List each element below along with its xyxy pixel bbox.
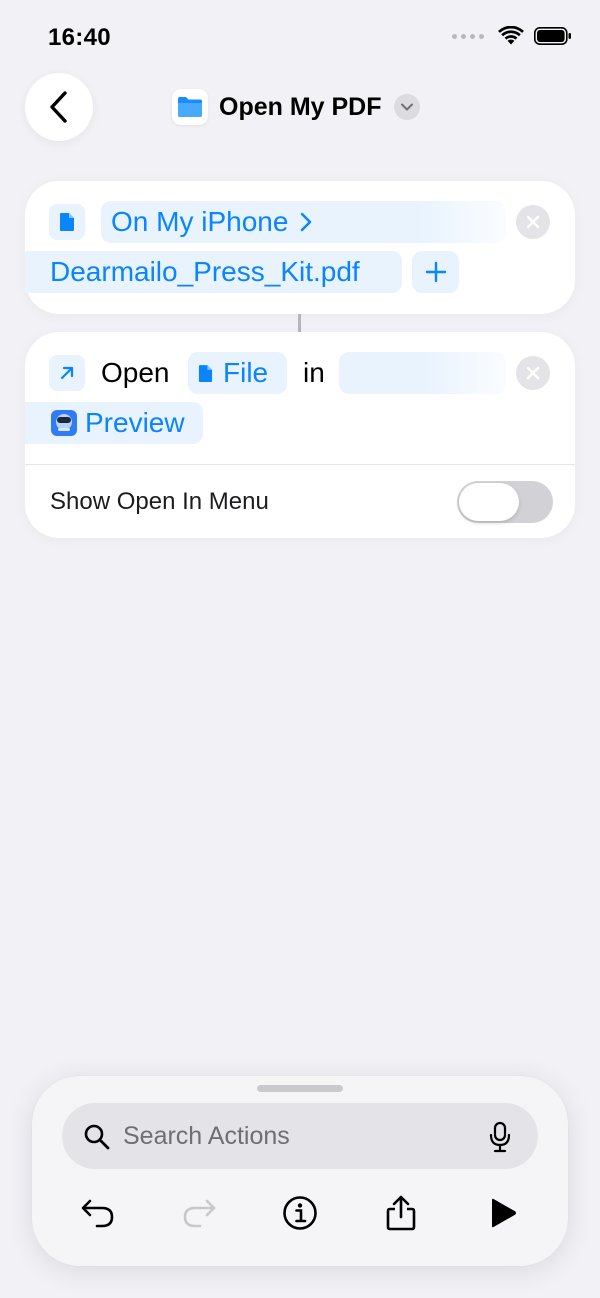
chevron-left-icon xyxy=(50,91,67,123)
chevron-down-icon[interactable] xyxy=(393,94,420,120)
wifi-icon xyxy=(498,26,524,45)
sheet-grabber[interactable] xyxy=(257,1085,343,1092)
app-pill[interactable]: Preview xyxy=(25,402,203,444)
battery-icon xyxy=(534,26,571,45)
app-label: Preview xyxy=(85,407,185,438)
undo-icon xyxy=(81,1199,114,1228)
run-button[interactable] xyxy=(482,1193,522,1233)
search-placeholder: Search Actions xyxy=(123,1122,290,1150)
shortcut-title-menu[interactable]: Open My PDF xyxy=(172,88,420,126)
back-button[interactable] xyxy=(25,73,93,141)
close-icon xyxy=(526,215,540,229)
remove-action-button[interactable] xyxy=(516,205,550,239)
folder-icon xyxy=(172,89,208,125)
arrow-up-right-icon xyxy=(49,355,85,391)
status-indicators xyxy=(452,26,572,46)
document-icon xyxy=(49,204,85,240)
page-title: Open My PDF xyxy=(219,92,382,121)
file-action-card[interactable]: On My iPhone Dearmailo_Press_Kit.pdf + xyxy=(25,181,575,314)
app-field-fade[interactable] xyxy=(339,352,506,394)
show-open-in-menu-toggle[interactable] xyxy=(457,481,553,523)
location-pill[interactable]: On My iPhone xyxy=(101,201,506,243)
close-icon xyxy=(526,366,540,380)
share-icon xyxy=(386,1195,416,1231)
file-variable-label: File xyxy=(223,357,269,388)
share-button[interactable] xyxy=(381,1193,421,1233)
microphone-icon[interactable] xyxy=(489,1121,511,1153)
search-actions-field[interactable]: Search Actions xyxy=(62,1103,538,1169)
file-variable-pill[interactable]: File xyxy=(188,352,287,394)
preview-app-icon xyxy=(51,410,77,436)
file-name-label: Dearmailo_Press_Kit.pdf xyxy=(50,256,360,287)
show-open-in-menu-label: Show Open In Menu xyxy=(50,488,269,515)
remove-action-button[interactable] xyxy=(516,356,550,390)
undo-button[interactable] xyxy=(78,1193,118,1233)
search-icon xyxy=(84,1124,110,1150)
chevron-right-icon xyxy=(301,212,312,232)
file-name-pill[interactable]: Dearmailo_Press_Kit.pdf xyxy=(25,251,402,293)
location-label: On My iPhone xyxy=(111,206,289,237)
add-file-button[interactable]: + xyxy=(412,251,459,293)
info-icon xyxy=(283,1196,317,1230)
info-button[interactable] xyxy=(280,1193,320,1233)
cellular-signal-icon xyxy=(452,33,484,39)
action-verb: Open xyxy=(101,357,170,388)
connector-word: in xyxy=(303,357,325,388)
document-icon xyxy=(198,364,213,382)
card-divider xyxy=(25,464,575,465)
plus-icon xyxy=(425,261,446,283)
redo-icon xyxy=(183,1199,216,1228)
play-icon xyxy=(492,1198,516,1228)
actions-bottom-sheet[interactable]: Search Actions xyxy=(32,1076,568,1266)
action-connector xyxy=(298,314,301,332)
redo-button[interactable] xyxy=(179,1193,219,1233)
toggle-knob xyxy=(459,483,519,521)
status-time: 16:40 xyxy=(48,24,111,51)
